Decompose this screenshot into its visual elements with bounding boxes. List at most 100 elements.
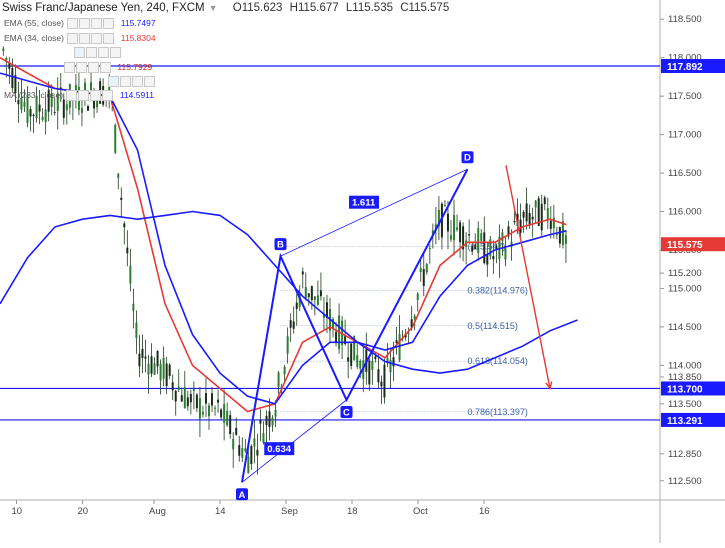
candle-body bbox=[147, 363, 150, 375]
settings-icon[interactable] bbox=[78, 90, 90, 102]
settings-icon[interactable] bbox=[76, 62, 87, 74]
x-tick-label: 16 bbox=[479, 506, 490, 517]
indicator-value: 115.7497 bbox=[120, 18, 156, 28]
more-icon[interactable] bbox=[103, 33, 115, 45]
fib-level-label: 0.786(113.397) bbox=[468, 407, 528, 417]
more-icon[interactable] bbox=[103, 18, 115, 30]
more-icon[interactable] bbox=[102, 90, 114, 102]
candle-body bbox=[129, 265, 132, 284]
candle-body bbox=[138, 353, 141, 367]
visibility-icon[interactable] bbox=[64, 62, 75, 74]
close-icon[interactable] bbox=[90, 90, 102, 102]
settings-icon[interactable] bbox=[120, 76, 131, 88]
indicator-row-ma233[interactable]: MA (233, close) 114.5911 bbox=[4, 89, 154, 102]
candle-body bbox=[126, 247, 129, 254]
y-tick-label: 112.500 bbox=[668, 476, 702, 487]
candle-body bbox=[301, 271, 304, 275]
visibility-icon[interactable] bbox=[74, 47, 85, 59]
candle-body bbox=[450, 235, 452, 240]
candle-body bbox=[307, 293, 310, 298]
close-icon[interactable] bbox=[132, 76, 143, 88]
candle-body bbox=[253, 438, 256, 447]
candle-body bbox=[552, 217, 555, 229]
visibility-icon[interactable] bbox=[67, 18, 79, 30]
more-icon[interactable] bbox=[100, 62, 111, 74]
candle-body bbox=[192, 388, 195, 391]
candle-body bbox=[235, 427, 238, 435]
candle-body bbox=[183, 387, 186, 409]
candle-body bbox=[217, 399, 220, 403]
more-icon[interactable] bbox=[110, 47, 121, 59]
candle-body bbox=[165, 363, 168, 387]
visibility-icon[interactable] bbox=[67, 33, 79, 45]
indicator-row-3[interactable] bbox=[4, 46, 125, 59]
more-icon[interactable] bbox=[144, 76, 155, 88]
y-tick-label: 116.500 bbox=[668, 168, 702, 179]
indicator-name: EMA (34, close) bbox=[4, 33, 64, 43]
y-tick-label: 114.500 bbox=[668, 322, 702, 333]
close-icon[interactable] bbox=[91, 18, 103, 30]
settings-icon[interactable] bbox=[79, 33, 91, 45]
candle-body bbox=[356, 355, 359, 367]
candle-body bbox=[223, 403, 226, 423]
candle-body bbox=[38, 104, 41, 112]
visibility-icon[interactable] bbox=[66, 90, 78, 102]
candle-body bbox=[117, 173, 120, 178]
candle-body bbox=[220, 409, 223, 418]
candle-body bbox=[534, 200, 537, 208]
candle-body bbox=[159, 363, 162, 381]
indicator-row-ema34[interactable]: EMA (34, close) 115.8304 bbox=[4, 32, 156, 45]
y-tick-label: 115.000 bbox=[668, 283, 702, 294]
indicator-row-4[interactable]: 115.7929 bbox=[4, 61, 152, 74]
candle-body bbox=[392, 357, 395, 367]
settings-icon[interactable] bbox=[86, 47, 97, 59]
indicator-row-ema55[interactable]: EMA (55, close) 115.7497 bbox=[4, 17, 156, 30]
candle-body bbox=[453, 215, 456, 241]
candle-body bbox=[380, 381, 383, 387]
candle-body bbox=[65, 104, 68, 111]
candle-body bbox=[456, 227, 459, 230]
candle-body bbox=[201, 411, 204, 415]
candle-body bbox=[141, 348, 144, 358]
candle-body bbox=[153, 363, 156, 375]
candle-body bbox=[180, 395, 183, 402]
candle-body bbox=[564, 235, 567, 244]
candle-body bbox=[474, 244, 477, 250]
candle-body bbox=[226, 410, 229, 426]
candle-body bbox=[425, 264, 428, 273]
candle-body bbox=[368, 360, 371, 385]
close-icon[interactable] bbox=[98, 47, 109, 59]
candle-body bbox=[214, 407, 217, 409]
y-tick-label: 116.000 bbox=[668, 207, 702, 218]
candle-body bbox=[319, 290, 322, 297]
candle-body bbox=[265, 416, 268, 426]
candle-body bbox=[271, 417, 274, 426]
pattern-point-label: B bbox=[277, 240, 284, 251]
close-value: C115.575 bbox=[400, 2, 450, 14]
settings-icon[interactable] bbox=[79, 18, 91, 30]
visibility-icon[interactable] bbox=[108, 76, 119, 88]
y-tick-label: 114.000 bbox=[668, 360, 702, 371]
candle-body bbox=[168, 364, 171, 376]
candle-body bbox=[80, 108, 83, 113]
y-tick-label: 117.000 bbox=[668, 130, 702, 141]
candle-body bbox=[519, 219, 522, 233]
chevron-down-icon[interactable]: ▼ bbox=[209, 3, 218, 13]
level-price-label: 117.892 bbox=[667, 62, 703, 73]
fib-level-label: 0.5(114.515) bbox=[468, 321, 518, 331]
indicator-row-5[interactable] bbox=[4, 75, 159, 88]
close-icon[interactable] bbox=[88, 62, 99, 74]
candle-body bbox=[289, 320, 292, 328]
pattern-point-label: A bbox=[239, 490, 246, 501]
x-tick-label: 10 bbox=[12, 506, 23, 517]
candle-body bbox=[525, 203, 528, 222]
candle-body bbox=[156, 350, 159, 367]
candle-body bbox=[428, 248, 431, 250]
symbol-legend[interactable]: Swiss Franc/Japanese Yen, 240, FXCM ▼ O11… bbox=[2, 2, 453, 14]
close-icon[interactable] bbox=[91, 33, 103, 45]
candle-body bbox=[528, 212, 531, 226]
candle-body bbox=[114, 124, 117, 153]
y-tick-label: 112.850 bbox=[668, 449, 702, 460]
candle-body bbox=[546, 208, 549, 220]
pattern-point-label: C bbox=[343, 408, 350, 419]
